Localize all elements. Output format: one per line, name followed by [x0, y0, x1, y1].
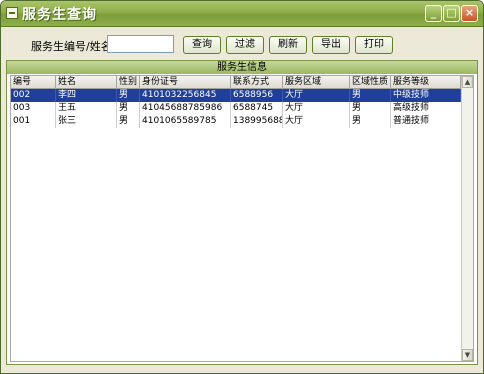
cell-id-number: 4101065589785 — [140, 115, 231, 128]
column-header-area-type[interactable]: 区域性质 — [350, 76, 391, 89]
cell-area-type: 男 — [350, 89, 391, 102]
scroll-down-icon[interactable]: ▼ — [462, 349, 473, 361]
filter-button[interactable]: 过滤 — [226, 36, 264, 54]
table-header-row: 编号 姓名 性别 身份证号 联系方式 服务区域 区域性质 服务等级 — [11, 76, 461, 89]
cell-contact: 6588956 — [231, 89, 283, 102]
vertical-scrollbar[interactable]: ▲ ▼ — [461, 76, 473, 361]
window-menu-icon[interactable] — [6, 7, 18, 19]
cell-service-level: 中级技师 — [391, 89, 461, 102]
cell-id: 002 — [11, 89, 56, 102]
minimize-button[interactable]: _ — [425, 5, 442, 22]
search-label: 服务生编号/姓名: — [31, 40, 116, 53]
waiter-table[interactable]: 编号 姓名 性别 身份证号 联系方式 服务区域 区域性质 服务等级 002 李四… — [10, 75, 474, 362]
title-bar[interactable]: 服务生查询 _ □ × — [1, 1, 483, 27]
table-row[interactable]: 002 李四 男 4101032256845 6588956 大厅 男 中级技师 — [11, 89, 461, 102]
column-header-service-area[interactable]: 服务区域 — [283, 76, 350, 89]
window-title: 服务生查询 — [22, 7, 97, 23]
cell-id-number: 4101032256845 — [140, 89, 231, 102]
cell-contact: 13899568879 — [231, 115, 283, 128]
cell-gender: 男 — [117, 115, 140, 128]
column-header-contact[interactable]: 联系方式 — [231, 76, 283, 89]
column-header-gender[interactable]: 性别 — [117, 76, 140, 89]
waiter-info-group: 服务生信息 编号 姓名 性别 身份证号 联系方式 服务区域 区域性质 服务等级 … — [6, 60, 478, 365]
column-header-id-number[interactable]: 身份证号 — [140, 76, 231, 89]
main-window: 服务生查询 _ □ × 服务生编号/姓名: 查询 过滤 刷新 导出 打印 服务生… — [0, 0, 484, 374]
cell-name: 张三 — [56, 115, 117, 128]
cell-id: 003 — [11, 102, 56, 115]
cell-name: 李四 — [56, 89, 117, 102]
cell-service-level: 普通技师 — [393, 116, 430, 126]
table-row[interactable]: 001 张三 男 4101065589785 13899568879 大厅 男 … — [11, 115, 461, 128]
close-button[interactable]: × — [461, 5, 478, 22]
search-bar: 服务生编号/姓名: 查询 过滤 刷新 导出 打印 — [1, 28, 483, 62]
cell-id-number: 41045688785986 — [140, 102, 231, 115]
refresh-button[interactable]: 刷新 — [269, 36, 307, 54]
query-button[interactable]: 查询 — [183, 36, 221, 54]
column-header-id[interactable]: 编号 — [11, 76, 56, 89]
cell-area-type: 男 — [350, 102, 391, 115]
cell-service-area: 大厅 — [283, 89, 350, 102]
cell-name: 王五 — [56, 102, 117, 115]
cell-service-area: 大厅 — [283, 115, 350, 128]
cell-id: 001 — [11, 115, 56, 128]
cell-gender: 男 — [117, 89, 140, 102]
cell-area-type: 男 — [350, 115, 391, 128]
cell-contact: 6588745 — [231, 102, 283, 115]
export-button[interactable]: 导出 — [312, 36, 350, 54]
cell-service-area: 大厅 — [283, 102, 350, 115]
table-row[interactable]: 003 王五 男 41045688785986 6588745 大厅 男 高级技… — [11, 102, 461, 115]
cell-gender: 男 — [117, 102, 140, 115]
column-header-service-level[interactable]: 服务等级 — [391, 76, 461, 89]
group-title: 服务生信息 — [7, 61, 477, 74]
print-button[interactable]: 打印 — [355, 36, 393, 54]
column-header-name[interactable]: 姓名 — [56, 76, 117, 89]
maximize-button[interactable]: □ — [443, 5, 460, 22]
scroll-up-icon[interactable]: ▲ — [462, 76, 473, 88]
search-input[interactable] — [107, 35, 174, 53]
cell-service-level: 高级技师 — [393, 103, 430, 113]
